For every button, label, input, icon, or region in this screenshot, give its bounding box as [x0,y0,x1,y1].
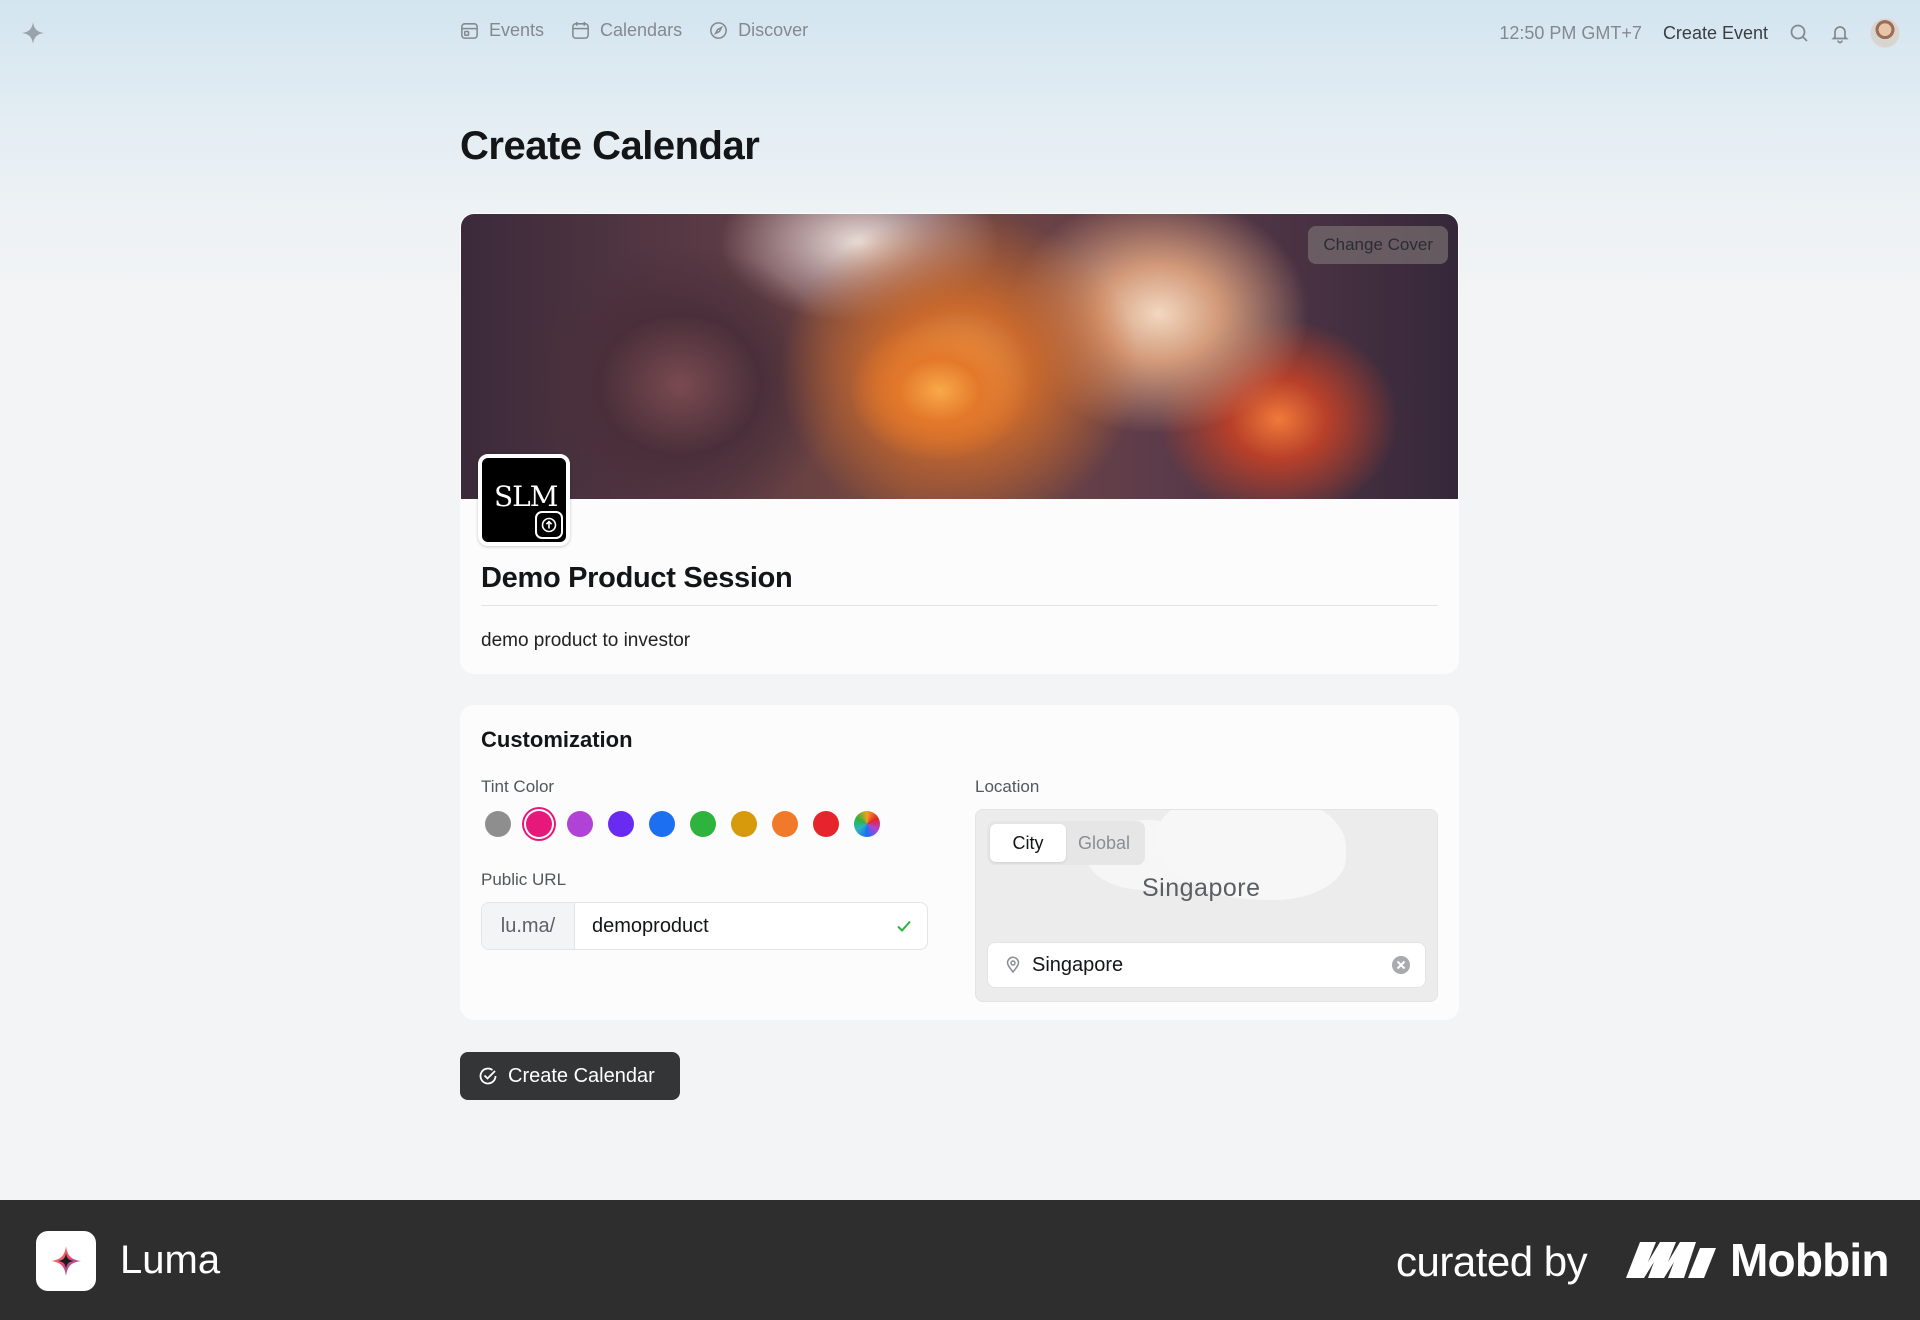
calendar-avatar-text: SLM [494,480,558,513]
upload-avatar-button[interactable] [535,511,563,539]
mobbin-brand-name: Mobbin [1730,1234,1890,1286]
map-pin-icon [1006,956,1020,974]
create-event-link[interactable]: Create Event [1663,23,1768,44]
customization-card: Customization Tint Color Public URL lu.m… [460,705,1459,1020]
app-name: Luma [120,1238,221,1282]
check-icon [897,920,911,932]
calendar-name-input[interactable]: Demo Product Session [481,562,1438,606]
tint-swatch[interactable] [526,811,552,837]
current-time: 12:50 PM GMT+7 [1499,22,1642,43]
tint-swatch[interactable] [567,811,593,837]
public-url-input[interactable] [575,903,881,949]
tint-color-swatches [485,811,880,837]
tint-swatch[interactable] [485,811,511,837]
search-icon[interactable] [1788,22,1810,44]
cover-image: Change Cover [461,214,1458,499]
curated-by-text: curated by [1396,1238,1588,1285]
tint-swatch[interactable] [608,811,634,837]
tint-swatch[interactable] [649,811,675,837]
nav-discover-label: Discover [738,20,809,40]
check-circle-icon [479,1067,497,1085]
luma-app-icon [36,1231,96,1291]
compass-icon [710,22,727,39]
nav-links: Events Calendars Discover [459,20,808,41]
luma-star-icon[interactable] [20,20,46,46]
map-scope-toggle: City Global [987,821,1145,865]
nav-events[interactable]: Events [459,20,544,41]
tint-swatch[interactable] [854,811,880,837]
location-input[interactable] [1032,953,1390,977]
public-url-label: Public URL [481,870,567,889]
create-calendar-button[interactable]: Create Calendar [460,1052,680,1100]
location-label: Location [975,777,1040,796]
calendar-card: Change Cover SLM Demo Product Session de… [460,213,1459,674]
change-cover-button[interactable]: Change Cover [1308,226,1448,264]
url-prefix: lu.ma/ [482,903,575,949]
toggle-global[interactable]: Global [1066,824,1142,862]
calendar-event-icon [461,23,478,39]
url-check [881,903,927,949]
create-calendar-label: Create Calendar [508,1064,655,1087]
customization-title: Customization [481,727,633,752]
public-url-field: lu.ma/ [481,902,928,950]
luma-star-icon [51,1246,81,1276]
mobbin-logo-icon [1626,1242,1716,1278]
tint-swatch[interactable] [690,811,716,837]
nav-right: 12:50 PM GMT+7 Create Event [1499,16,1900,50]
nav-events-label: Events [489,20,545,40]
map-city-label: Singapore [1142,874,1261,902]
nav-calendars[interactable]: Calendars [570,20,682,41]
arrow-up-icon [541,517,557,533]
top-nav: Events Calendars Discover 12:50 PM GMT+7… [0,0,1920,66]
tint-color-label: Tint Color [481,777,555,796]
clear-icon[interactable] [1390,954,1412,976]
calendar-description-input[interactable]: demo product to investor [481,630,690,652]
nav-discover[interactable]: Discover [708,20,808,41]
tint-swatch[interactable] [731,811,757,837]
nav-calendars-label: Calendars [600,20,683,40]
calendar-icon [572,21,589,39]
tint-swatch[interactable] [813,811,839,837]
toggle-city[interactable]: City [990,824,1066,862]
tint-swatch[interactable] [772,811,798,837]
location-map[interactable]: Singapore City Global [975,809,1438,1002]
calendar-avatar[interactable]: SLM [478,454,570,546]
footer-bar: Luma curated by Mobbin [0,1200,1920,1320]
location-search-field [987,942,1426,988]
page-title: Create Calendar [460,124,760,168]
user-avatar[interactable] [1870,18,1900,48]
bell-icon[interactable] [1829,22,1851,44]
